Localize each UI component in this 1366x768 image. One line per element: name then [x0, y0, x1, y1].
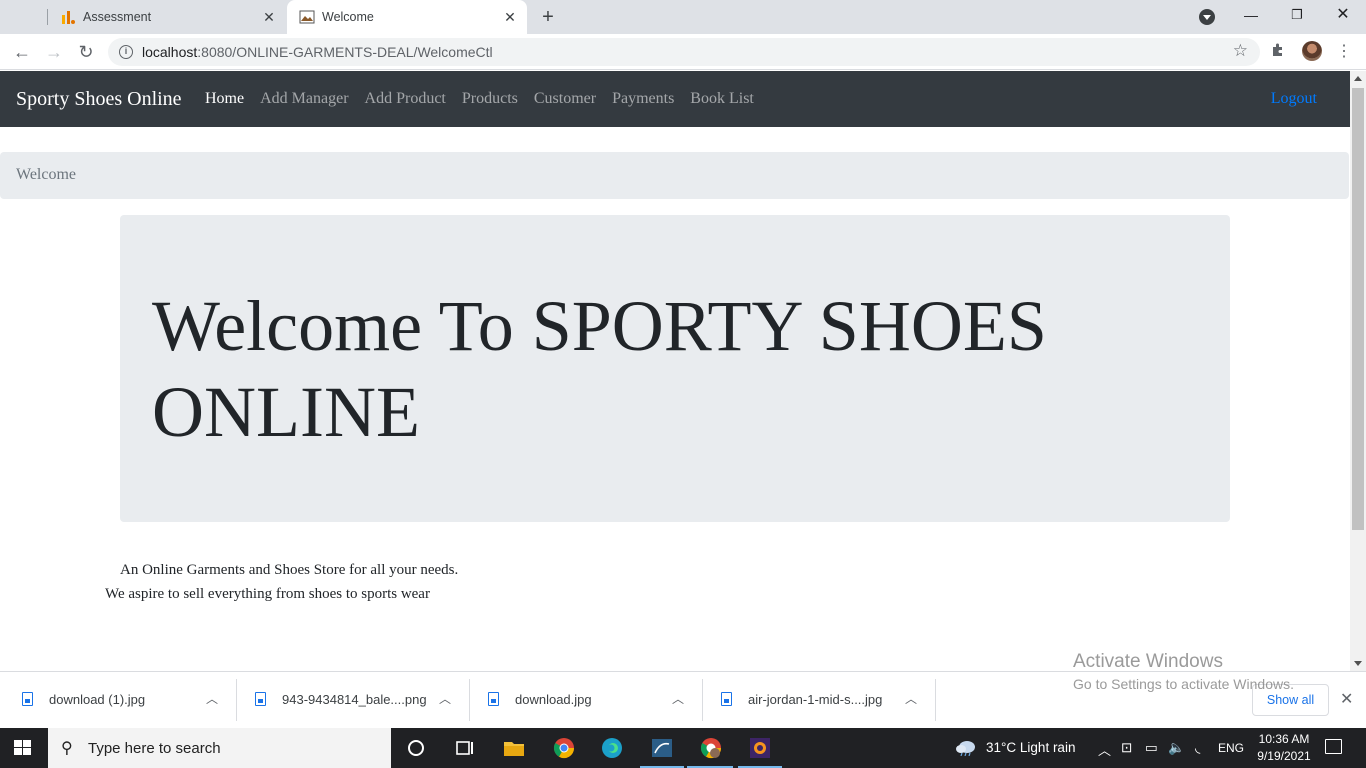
tab-welcome[interactable]: Welcome ✕ — [287, 0, 527, 34]
download-filename: download.jpg — [515, 692, 592, 707]
image-file-icon — [255, 692, 266, 706]
divider — [236, 679, 237, 721]
close-icon[interactable]: ✕ — [1340, 689, 1353, 709]
analytics-icon — [62, 11, 75, 24]
about-text: An Online Garments and Shoes Store for a… — [105, 558, 458, 606]
clock-time: 10:36 AM — [1258, 732, 1310, 746]
new-tab-icon[interactable]: + — [537, 6, 559, 28]
security-icon[interactable]: ⊡ — [1121, 740, 1132, 756]
download-filename: air-jordan-1-mid-s....jpg — [748, 692, 883, 707]
watermark-title: Activate Windows — [1073, 651, 1223, 672]
extensions-icon[interactable] — [1270, 42, 1286, 58]
chrome-icon[interactable] — [552, 736, 576, 760]
download-item[interactable]: download.jpg ︿ — [488, 679, 698, 721]
download-item[interactable]: 943-9434814_bale....png ︿ — [255, 679, 465, 721]
page-viewport: Sporty Shoes Online Home Add Manager Add… — [0, 71, 1350, 671]
download-filename: 943-9434814_bale....png — [282, 692, 427, 707]
weather-text[interactable]: 31°C Light rain — [986, 740, 1075, 755]
task-view-icon[interactable] — [452, 736, 476, 760]
breadcrumb: Welcome — [0, 152, 1349, 199]
download-item[interactable]: download (1).jpg ︿ — [22, 679, 232, 721]
close-window-icon[interactable]: ✕ — [1320, 0, 1366, 30]
nav-add-manager[interactable]: Add Manager — [260, 90, 348, 108]
battery-icon[interactable]: ▭ — [1145, 740, 1158, 756]
tab-search-icon[interactable] — [1199, 9, 1215, 25]
jumbotron: Welcome To SPORTY SHOES ONLINE — [120, 215, 1230, 522]
windows-start-icon[interactable] — [14, 740, 32, 756]
page-favicon-icon — [299, 10, 315, 24]
nav-links: Home Add Manager Add Product Products Cu… — [205, 90, 770, 108]
image-file-icon — [22, 692, 33, 706]
activate-windows-watermark: Activate Windows Go to Settings to activ… — [1073, 651, 1294, 692]
nav-products[interactable]: Products — [462, 90, 518, 108]
image-file-icon — [721, 692, 732, 706]
breadcrumb-item: Welcome — [16, 166, 77, 183]
page-title: Welcome To SPORTY SHOES ONLINE — [152, 286, 1047, 452]
restore-icon[interactable]: ❐ — [1274, 0, 1320, 30]
tab-title: Welcome — [322, 10, 374, 24]
tab-title: Assessment — [83, 10, 152, 24]
more-menu-icon[interactable]: ⋮ — [1336, 41, 1352, 61]
scroll-down-icon[interactable] — [1354, 661, 1362, 666]
site-navbar: Sporty Shoes Online Home Add Manager Add… — [0, 71, 1350, 127]
clock[interactable]: 10:36 AM 9/19/2021 — [1256, 731, 1312, 765]
search-icon: ⚲ — [61, 740, 73, 757]
download-filename: download (1).jpg — [49, 692, 146, 707]
nav-payments[interactable]: Payments — [612, 90, 674, 108]
divider — [935, 679, 936, 721]
bookmark-star-icon[interactable]: ☆ — [1233, 41, 1248, 61]
eclipse-ee-icon[interactable] — [748, 736, 772, 760]
taskbar-search[interactable]: ⚲ Type here to search — [48, 728, 391, 768]
chrome-profile-icon[interactable] — [699, 736, 723, 760]
nav-add-product[interactable]: Add Product — [365, 90, 446, 108]
scroll-up-icon[interactable] — [1354, 76, 1362, 81]
windows-taskbar: ⚲ Type here to search 31°C Light rain ︿ … — [0, 728, 1366, 768]
search-placeholder: Type here to search — [88, 740, 221, 757]
logout-link[interactable]: Logout — [1271, 90, 1317, 108]
divider — [469, 679, 470, 721]
nav-customer[interactable]: Customer — [534, 90, 596, 108]
download-item[interactable]: air-jordan-1-mid-s....jpg ︿ — [721, 679, 931, 721]
url-text[interactable]: localhost:8080/ONLINE-GARMENTS-DEAL/Welc… — [142, 44, 493, 60]
about-line: An Online Garments and Shoes Store for a… — [120, 562, 459, 578]
info-icon[interactable]: i — [119, 45, 133, 59]
chevron-up-icon[interactable]: ︿ — [1098, 740, 1111, 759]
nav-home[interactable]: Home — [205, 90, 244, 108]
nav-book-list[interactable]: Book List — [690, 90, 754, 108]
browser-toolbar: ← → ↻ i localhost:8080/ONLINE-GARMENTS-D… — [0, 34, 1366, 70]
mysql-workbench-icon[interactable] — [650, 736, 674, 760]
image-file-icon — [488, 692, 499, 706]
page-scrollbar[interactable] — [1350, 71, 1366, 671]
scrollbar-thumb[interactable] — [1352, 88, 1364, 530]
language-indicator[interactable]: ENG — [1218, 741, 1244, 755]
minimize-icon[interactable]: — — [1228, 0, 1274, 30]
chevron-up-icon[interactable]: ︿ — [668, 689, 688, 709]
chevron-up-icon[interactable]: ︿ — [202, 689, 222, 709]
back-icon[interactable]: ← — [10, 40, 34, 64]
browser-tab-strip: Assessment ✕ Welcome ✕ + — ❐ ✕ — [0, 0, 1366, 34]
address-bar[interactable]: i localhost:8080/ONLINE-GARMENTS-DEAL/We… — [108, 38, 1260, 66]
about-line: We aspire to sell everything from shoes … — [105, 586, 430, 602]
volume-icon[interactable]: 🔈 — [1168, 740, 1185, 756]
close-tab-icon[interactable]: ✕ — [260, 8, 278, 26]
network-icon[interactable]: ◟ — [1195, 740, 1200, 756]
divider — [702, 679, 703, 721]
profile-avatar[interactable] — [1302, 41, 1322, 61]
notifications-icon[interactable] — [1325, 739, 1342, 754]
tab-assessment[interactable]: Assessment ✕ — [48, 0, 286, 34]
file-explorer-icon[interactable] — [502, 736, 526, 760]
close-tab-icon[interactable]: ✕ — [501, 8, 519, 26]
chevron-up-icon[interactable]: ︿ — [435, 689, 455, 709]
reload-icon[interactable]: ↻ — [74, 40, 98, 64]
chevron-up-icon[interactable]: ︿ — [901, 689, 921, 709]
watermark-subtitle: Go to Settings to activate Windows. — [1073, 676, 1294, 692]
weather-cloud-icon[interactable] — [955, 740, 977, 756]
cortana-icon[interactable] — [404, 736, 428, 760]
forward-icon[interactable]: → — [42, 40, 66, 64]
site-brand[interactable]: Sporty Shoes Online — [16, 88, 182, 111]
edge-icon[interactable] — [600, 736, 624, 760]
clock-date: 9/19/2021 — [1257, 749, 1311, 763]
